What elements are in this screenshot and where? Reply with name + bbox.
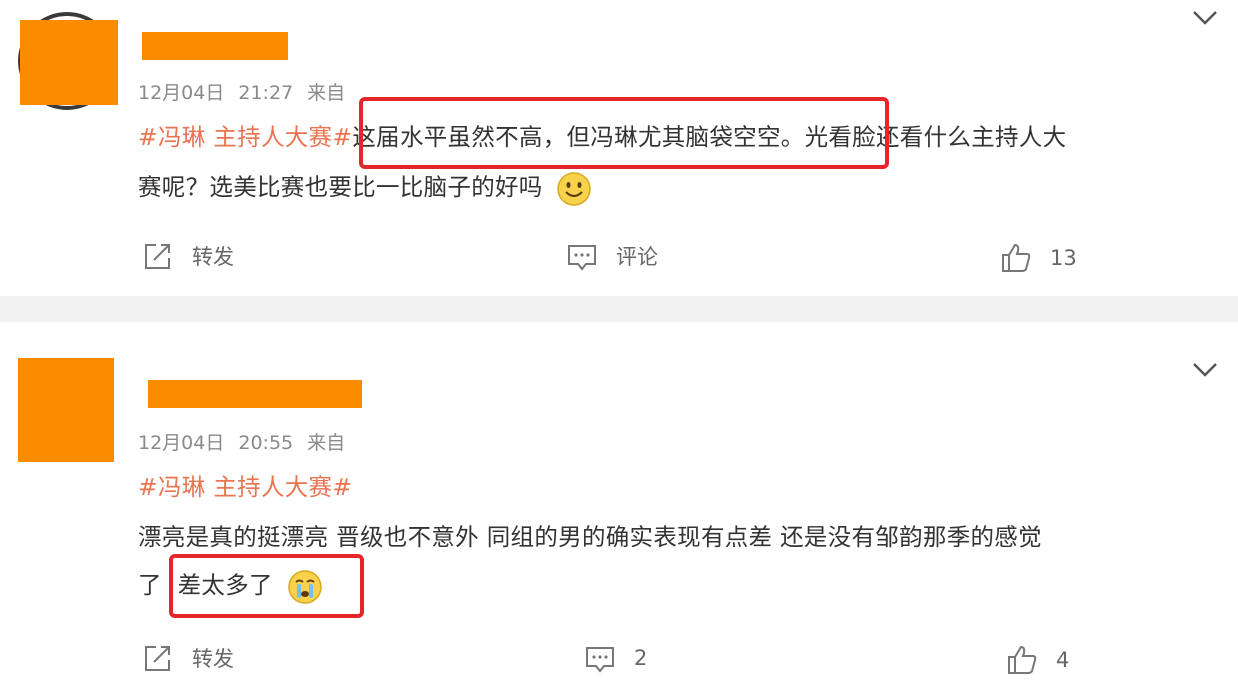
repost-button[interactable]: 转发 (142, 642, 234, 674)
post-text-line-1: 漂亮是真的挺漂亮 晋级也不意外 同组的男的确实表现有点差 还是没有邹韵那季的感觉 (138, 518, 1042, 552)
comment-icon (568, 245, 596, 271)
post-text: 赛呢？选美比赛也要比一比脑子的好吗 (138, 173, 543, 201)
post-text: 了 (138, 571, 162, 599)
like-button[interactable]: 4 (1006, 644, 1069, 676)
comment-button[interactable]: 评论 (566, 240, 658, 272)
repost-label: 转发 (192, 245, 234, 269)
repost-icon (145, 646, 170, 671)
post-time: 21:27 (238, 82, 294, 104)
highlight-box (359, 97, 889, 169)
hashtag-link[interactable]: #冯琳 主持人大赛# (138, 473, 352, 501)
comment-label: 评论 (616, 245, 658, 269)
smile-emoji-icon (557, 171, 592, 206)
user-name-redacted[interactable] (142, 32, 288, 60)
hashtag-link[interactable]: #冯琳 主持人大赛# (138, 123, 352, 151)
post-source[interactable]: 来自 (307, 432, 345, 454)
highlight-box (169, 554, 364, 618)
repost-icon (145, 244, 170, 269)
like-count: 4 (1056, 648, 1070, 672)
comment-icon (586, 647, 614, 673)
avatar[interactable] (20, 20, 118, 105)
post-text: 漂亮是真的挺漂亮 晋级也不意外 同组的男的确实表现有点差 还是没有邹韵那季的感觉 (138, 523, 1042, 551)
comment-button[interactable]: 2 (584, 642, 647, 674)
chevron-down-icon[interactable] (1192, 10, 1218, 26)
chevron-down-icon[interactable] (1192, 362, 1218, 378)
thumbs-up-icon (1002, 243, 1031, 272)
post-card-2: 12月04日 20:55 来自 #冯琳 主持人大赛# 漂亮是真的挺漂亮 晋级也不意外… (0, 322, 1238, 686)
like-button[interactable]: 13 (1000, 242, 1077, 274)
avatar[interactable] (18, 358, 114, 462)
post-date: 12月04日 (138, 432, 225, 454)
comment-count: 2 (634, 646, 648, 670)
post-meta: 12月04日 20:55 来自 (138, 428, 359, 455)
hashtag-line: #冯琳 主持人大赛# (138, 468, 352, 502)
thumbs-up-icon (1008, 645, 1037, 674)
post-text-line-2: 赛呢？选美比赛也要比一比脑子的好吗 (138, 168, 592, 207)
post-card-1: 12月04日 21:27 来自 #冯琳 主持人大赛#这届水平虽然不高，但冯琳尤其脑袋… (0, 0, 1238, 296)
like-count: 13 (1050, 246, 1077, 270)
post-date: 12月04日 (138, 82, 225, 104)
user-name-redacted[interactable] (148, 380, 362, 408)
post-meta: 12月04日 21:27 来自 (138, 78, 359, 105)
post-source[interactable]: 来自 (307, 82, 345, 104)
repost-label: 转发 (192, 647, 234, 671)
repost-button[interactable]: 转发 (142, 240, 234, 272)
post-time: 20:55 (238, 432, 294, 454)
